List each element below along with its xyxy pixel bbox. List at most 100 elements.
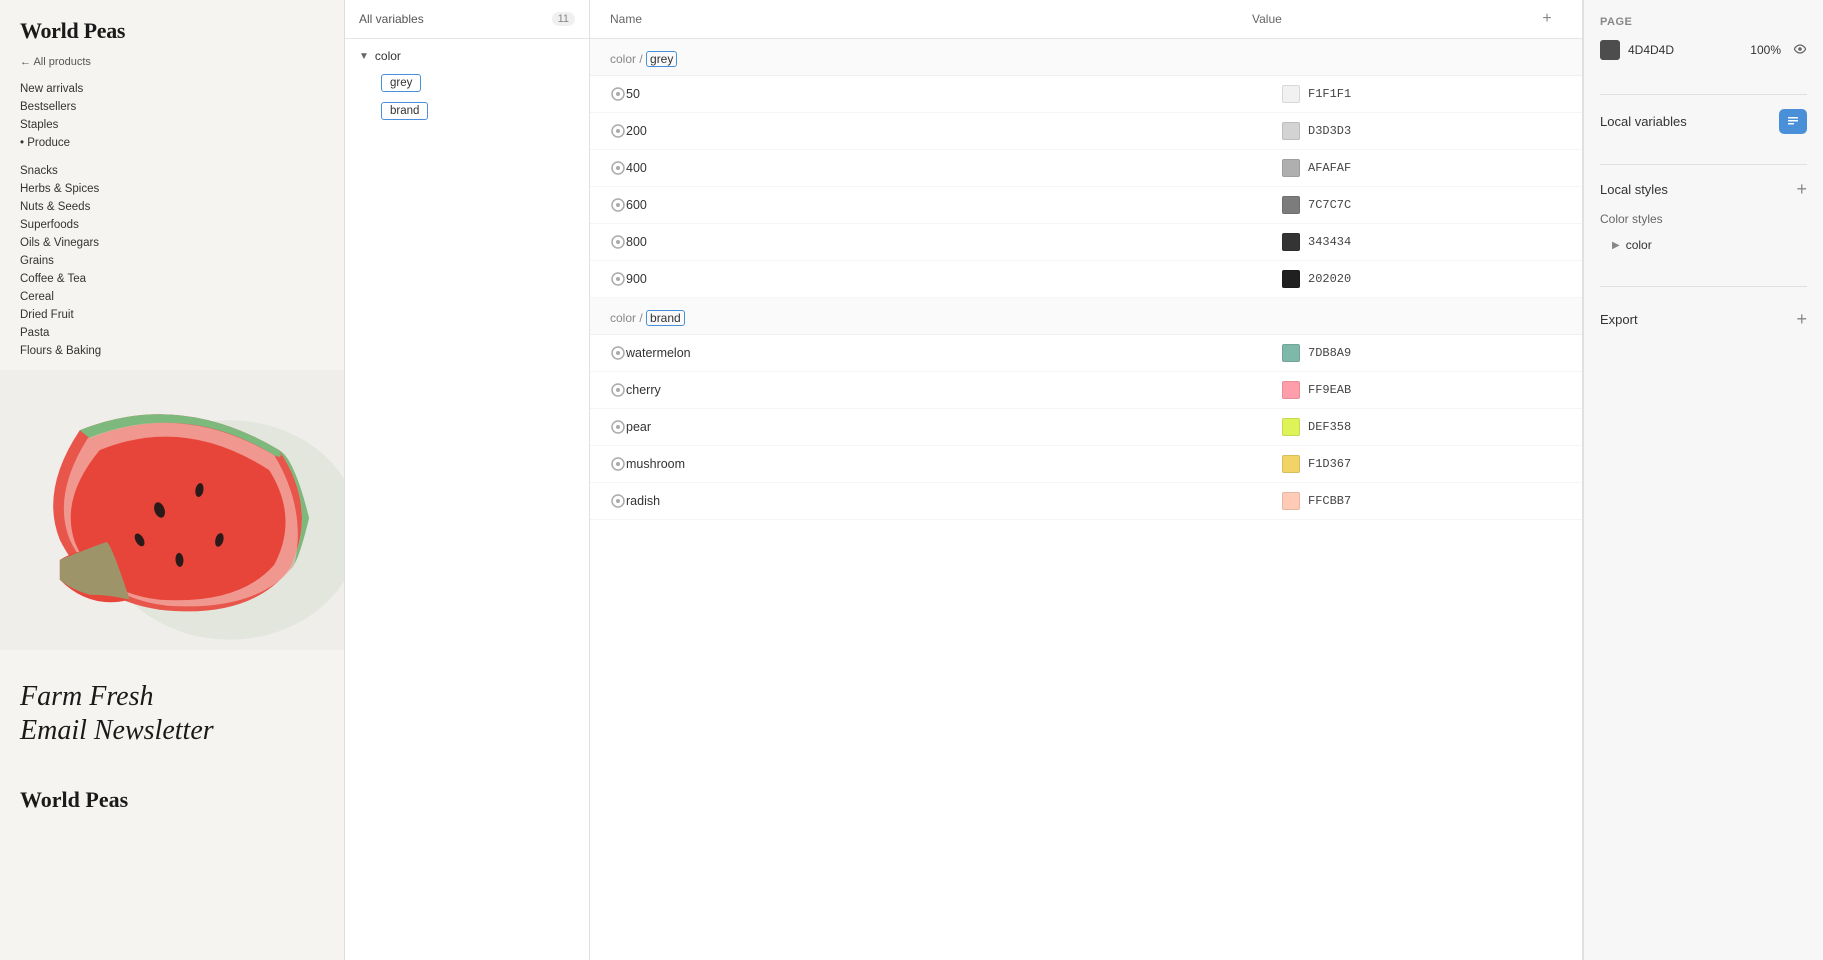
export-row: Export + <box>1600 309 1807 330</box>
var-value-text: F1F1F1 <box>1308 87 1351 101</box>
page-color-swatch[interactable] <box>1600 40 1620 60</box>
nav-item-produce[interactable]: Produce <box>20 134 324 152</box>
table-row[interactable]: 400 AFAFAF <box>590 150 1582 187</box>
var-value-cell: F1D367 <box>1282 455 1562 473</box>
color-swatch[interactable] <box>1282 85 1300 103</box>
variable-tag-brand[interactable]: brand <box>381 102 428 120</box>
nav-item-superfoods[interactable]: Superfoods <box>20 216 324 234</box>
table-row[interactable]: watermelon 7DB8A9 <box>590 335 1582 372</box>
local-styles-row: Local styles + <box>1600 179 1807 200</box>
var-name: watermelon <box>626 346 1282 360</box>
variables-panel-title: All variables <box>359 12 424 26</box>
eye-icon[interactable] <box>1793 42 1807 59</box>
col-name-header: Name <box>610 12 1252 26</box>
color-swatch[interactable] <box>1282 418 1300 436</box>
table-row[interactable]: radish FFCBB7 <box>590 483 1582 520</box>
nav-item-herbs[interactable]: Herbs & Spices <box>20 180 324 198</box>
alias-icon <box>610 197 626 213</box>
group-row-grey: color / grey <box>590 39 1582 76</box>
newsletter-line2: Email Newsletter <box>20 715 214 746</box>
group-prefix-grey: color / <box>610 52 646 66</box>
nav-item-staples[interactable]: Staples <box>20 116 324 134</box>
right-panel: Page 4D4D4D 100% Local variables Local s… <box>1583 0 1823 960</box>
nav-item-coffee[interactable]: Coffee & Tea <box>20 270 324 288</box>
site-preview-panel: World Peas ← All products New arrivals B… <box>0 0 345 960</box>
nav-item-snacks[interactable]: Snacks <box>20 162 324 180</box>
color-swatch[interactable] <box>1282 196 1300 214</box>
nav-item-flours[interactable]: Flours & Baking <box>20 342 324 360</box>
var-name: pear <box>626 420 1282 434</box>
table-row[interactable]: 800 343434 <box>590 224 1582 261</box>
color-swatch[interactable] <box>1282 122 1300 140</box>
color-swatch[interactable] <box>1282 344 1300 362</box>
alias-icon <box>610 86 626 102</box>
variable-item-brand[interactable]: brand <box>345 97 589 125</box>
nav-item-grains[interactable]: Grains <box>20 252 324 270</box>
color-swatch[interactable] <box>1282 492 1300 510</box>
divider <box>1600 94 1807 95</box>
nav-item-oils[interactable]: Oils & Vinegars <box>20 234 324 252</box>
alias-icon <box>610 493 626 509</box>
local-variables-label: Local variables <box>1600 114 1687 129</box>
color-swatch[interactable] <box>1282 233 1300 251</box>
table-row[interactable]: 600 7C7C7C <box>590 187 1582 224</box>
local-variables-row: Local variables <box>1600 109 1807 134</box>
nav-item-new-arrivals[interactable]: New arrivals <box>20 80 324 98</box>
var-value-cell: 343434 <box>1282 233 1562 251</box>
table-row[interactable]: 200 D3D3D3 <box>590 113 1582 150</box>
alias-icon <box>610 234 626 250</box>
var-value-text: FF9EAB <box>1308 383 1351 397</box>
color-swatch[interactable] <box>1282 270 1300 288</box>
variable-group-color: ▼ color grey brand <box>345 39 589 129</box>
var-value-cell: 7DB8A9 <box>1282 344 1562 362</box>
newsletter-line1: Farm Fresh <box>20 681 154 712</box>
col-value-header: Value <box>1252 12 1532 26</box>
var-value-text: FFCBB7 <box>1308 494 1351 508</box>
nav-item-pasta[interactable]: Pasta <box>20 324 324 342</box>
site-footer-title: World Peas <box>0 767 344 823</box>
table-row[interactable]: 50 F1F1F1 <box>590 76 1582 113</box>
table-row[interactable]: cherry FF9EAB <box>590 372 1582 409</box>
color-group-name: color <box>1626 238 1652 252</box>
var-name: 200 <box>626 124 1282 138</box>
table-row[interactable]: pear DEF358 <box>590 409 1582 446</box>
back-link[interactable]: ← All products <box>0 56 344 80</box>
var-value-text: 7DB8A9 <box>1308 346 1351 360</box>
alias-icon <box>610 345 626 361</box>
add-style-button[interactable]: + <box>1796 179 1807 200</box>
alias-icon <box>610 271 626 287</box>
nav-section: New arrivals Bestsellers Staples Produce… <box>0 80 344 360</box>
alias-icon <box>610 123 626 139</box>
add-export-button[interactable]: + <box>1796 309 1807 330</box>
nav-item-dried-fruit[interactable]: Dried Fruit <box>20 306 324 324</box>
var-value-cell: 202020 <box>1282 270 1562 288</box>
page-opacity: 100% <box>1750 43 1781 57</box>
collapse-arrow-icon: ▼ <box>359 51 369 62</box>
var-value-text: 202020 <box>1308 272 1351 286</box>
color-styles-section: Color styles ▶ color <box>1600 212 1807 256</box>
color-swatch[interactable] <box>1282 159 1300 177</box>
variable-group-color-header[interactable]: ▼ color <box>345 43 589 69</box>
export-label: Export <box>1600 312 1638 327</box>
page-section: Page 4D4D4D 100% <box>1600 16 1807 60</box>
group-name-brand: brand <box>646 310 685 326</box>
group-prefix-brand: color / <box>610 311 646 325</box>
color-swatch[interactable] <box>1282 381 1300 399</box>
table-row[interactable]: mushroom F1D367 <box>590 446 1582 483</box>
color-swatch[interactable] <box>1282 455 1300 473</box>
nav-item-nuts[interactable]: Nuts & Seeds <box>20 198 324 216</box>
table-row[interactable]: 900 202020 <box>590 261 1582 298</box>
nav-item-cereal[interactable]: Cereal <box>20 288 324 306</box>
variable-item-grey[interactable]: grey <box>345 69 589 97</box>
alias-icon <box>610 456 626 472</box>
add-variable-button[interactable]: + <box>1532 10 1562 28</box>
variable-tag-grey[interactable]: grey <box>381 74 421 92</box>
var-value-text: F1D367 <box>1308 457 1351 471</box>
nav-item-bestsellers[interactable]: Bestsellers <box>20 98 324 116</box>
local-variables-button[interactable] <box>1779 109 1807 134</box>
var-value-cell: D3D3D3 <box>1282 122 1562 140</box>
var-value-cell: DEF358 <box>1282 418 1562 436</box>
var-value-text: AFAFAF <box>1308 161 1351 175</box>
page-color-row: 4D4D4D 100% <box>1600 40 1807 60</box>
color-group-item[interactable]: ▶ color <box>1600 234 1807 256</box>
